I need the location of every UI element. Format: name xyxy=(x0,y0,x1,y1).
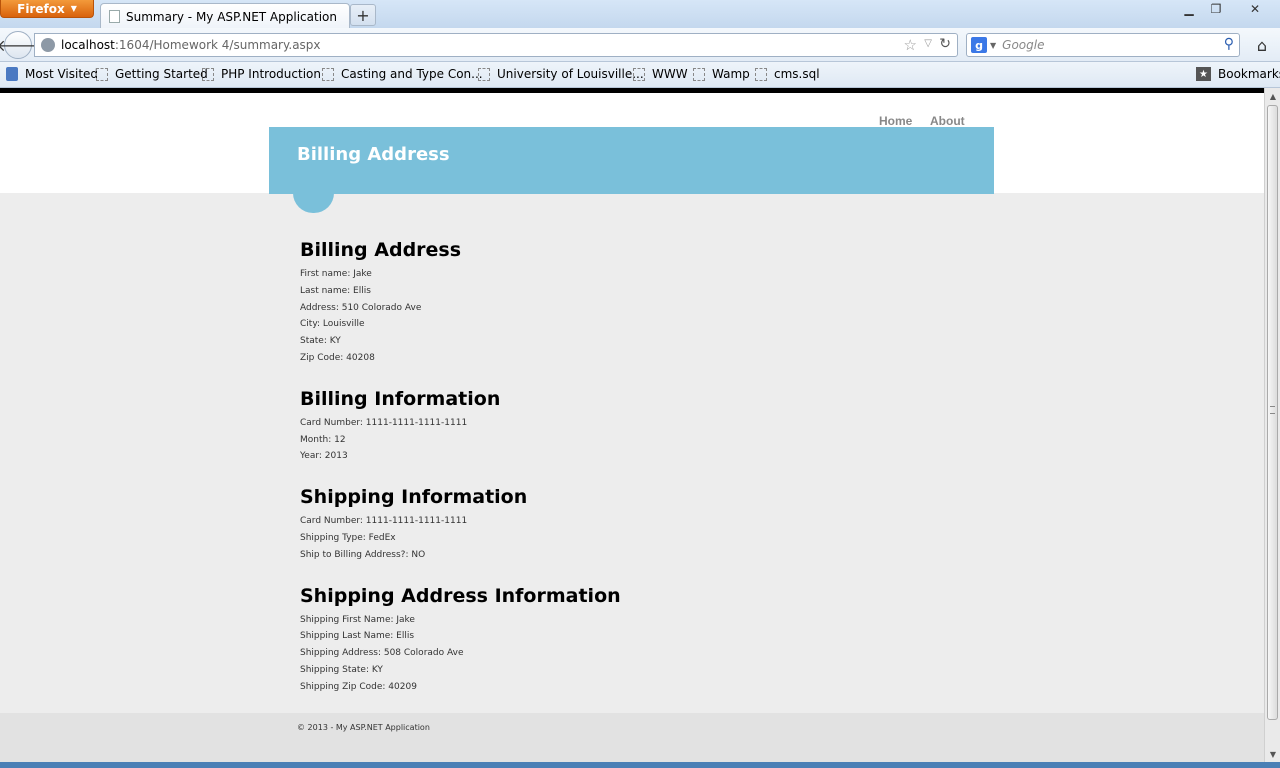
chevron-down-icon: ▼ xyxy=(70,4,77,13)
url-path: :1604/Homework 4/summary.aspx xyxy=(114,38,321,52)
bookmark-label: Most Visited xyxy=(25,67,99,81)
featured-banner: Billing Address xyxy=(269,127,994,194)
bookmark-wamp[interactable]: Wamp xyxy=(693,67,750,81)
field-zip-code: Zip Code: 40208 xyxy=(300,352,375,363)
page-icon xyxy=(693,67,705,81)
field-ship-to-billing: Ship to Billing Address?: NO xyxy=(300,549,426,560)
bookmark-star-icon[interactable]: ☆ xyxy=(904,36,917,54)
google-icon[interactable]: g xyxy=(971,37,987,53)
navigation-toolbar: 🡐 localhost:1604/Homework 4/summary.aspx… xyxy=(0,28,1280,62)
restore-icon[interactable]: ❐ xyxy=(1203,0,1229,18)
page-viewport: Home About Billing Address Billing Addre… xyxy=(0,88,1264,762)
field-state: State: KY xyxy=(300,336,341,347)
home-icon[interactable]: ⌂ xyxy=(1250,34,1274,56)
search-bar[interactable]: g ▼ Google ⚲ xyxy=(966,33,1240,57)
bookmarks-toolbar: Most Visited Getting Started PHP Introdu… xyxy=(0,62,1280,88)
section-billing-information: Billing Information Card Number: 1111-11… xyxy=(300,387,621,465)
site-footer: © 2013 - My ASP.NET Application xyxy=(0,713,1264,762)
firefox-menu-label: Firefox xyxy=(17,1,65,16)
bookmark-label: University of Louisville... xyxy=(497,67,644,81)
section-shipping-information: Shipping Information Card Number: 1111-1… xyxy=(300,485,621,563)
bookmarks-star-icon: ★ xyxy=(1196,67,1211,81)
bookmark-label: WWW xyxy=(652,67,688,81)
field-first-name: First name: Jake xyxy=(300,269,372,279)
close-icon[interactable]: ✕ xyxy=(1240,0,1270,18)
field-city: City: Louisville xyxy=(300,319,365,330)
page-icon xyxy=(322,67,334,81)
copyright-text: © 2013 - My ASP.NET Application xyxy=(297,723,430,732)
vertical-scrollbar[interactable]: ▲ ▼ xyxy=(1264,88,1280,762)
bookmark-label: PHP Introduction xyxy=(221,67,321,81)
section-heading: Shipping Address Information xyxy=(300,584,621,607)
tab-summary[interactable]: Summary - My ASP.NET Application xyxy=(100,3,350,29)
url-bar[interactable]: localhost:1604/Homework 4/summary.aspx ☆… xyxy=(34,33,958,57)
bookmarks-menu-button[interactable]: ★ Bookmarks xyxy=(1196,67,1280,81)
field-year: Year: 2013 xyxy=(300,451,348,462)
search-placeholder: Google xyxy=(1002,38,1045,52)
grip-icon xyxy=(1270,406,1275,414)
field-shipping-last-name: Shipping Last Name: Ellis xyxy=(300,631,415,642)
minimize-icon[interactable]: ▁ xyxy=(1176,0,1202,18)
field-address: Address: 510 Colorado Ave xyxy=(300,302,422,313)
bookmark-casting-and-type[interactable]: Casting and Type Con... xyxy=(322,67,483,81)
reload-icon[interactable]: ↻ xyxy=(939,36,951,52)
page-title: Billing Address xyxy=(297,144,450,165)
menu-link-home[interactable]: Home xyxy=(879,114,912,128)
bookmark-php-introduction[interactable]: PHP Introduction xyxy=(202,67,321,81)
page-icon xyxy=(755,67,767,81)
url-host: localhost xyxy=(61,38,115,52)
page-icon xyxy=(109,10,120,23)
section-shipping-address: Shipping Address Information Shipping Fi… xyxy=(300,584,621,696)
field-last-name: Last name: Ellis xyxy=(300,285,371,296)
field-month: Month: 12 xyxy=(300,434,346,445)
page-icon xyxy=(633,67,645,81)
globe-icon xyxy=(41,38,55,52)
field-shipping-state: Shipping State: KY xyxy=(300,664,383,675)
bookmark-label: Wamp xyxy=(712,67,750,81)
field-shipping-zip-code: Shipping Zip Code: 40209 xyxy=(300,681,417,692)
page-icon xyxy=(96,67,108,81)
field-shipping-type: Shipping Type: FedEx xyxy=(300,532,396,543)
section-heading: Billing Address xyxy=(300,239,462,261)
title-bar: Firefox ▼ Summary - My ASP.NET Applicati… xyxy=(0,0,1280,29)
field-card-number: Card Number: 1111-1111-1111-1111 xyxy=(300,516,468,527)
tab-title: Summary - My ASP.NET Application xyxy=(126,9,337,24)
section-billing-address: Billing Address First name: Jake Last na… xyxy=(300,238,621,367)
back-button[interactable]: 🡐 xyxy=(0,31,39,59)
bookmark-getting-started[interactable]: Getting Started xyxy=(96,67,208,81)
bookmark-most-visited[interactable]: Most Visited xyxy=(6,67,98,81)
new-tab-button[interactable]: + xyxy=(350,4,376,26)
menu-link-about[interactable]: About xyxy=(930,114,965,128)
bookmark-www[interactable]: WWW xyxy=(633,67,688,81)
bookmark-label: cms.sql xyxy=(774,67,820,81)
page-icon xyxy=(478,67,490,81)
field-shipping-first-name: Shipping First Name: Jake xyxy=(300,614,415,625)
chevron-down-icon[interactable]: ▼ xyxy=(990,41,996,50)
bookmark-university-of-louisville[interactable]: University of Louisville... xyxy=(478,67,644,81)
firefox-menu-button[interactable]: Firefox ▼ xyxy=(0,0,94,18)
history-dropdown-icon[interactable]: ▽ xyxy=(924,38,932,49)
most-visited-icon xyxy=(6,67,18,81)
field-shipping-address: Shipping Address: 508 Colorado Ave xyxy=(300,648,464,659)
main-content: Billing Address First name: Jake Last na… xyxy=(300,238,621,716)
bookmark-label: Casting and Type Con... xyxy=(341,67,483,81)
bookmark-label: Getting Started xyxy=(115,67,208,81)
scrollbar-thumb[interactable] xyxy=(1267,105,1278,720)
field-card-number: Card Number: 1111-1111-1111-1111 xyxy=(300,417,468,428)
search-icon[interactable]: ⚲ xyxy=(1224,36,1234,52)
scroll-up-icon[interactable]: ▲ xyxy=(1265,88,1280,104)
bookmark-cms-sql[interactable]: cms.sql xyxy=(755,67,820,81)
section-heading: Shipping Information xyxy=(300,486,528,509)
banner-bubble xyxy=(293,193,334,213)
section-heading: Billing Information xyxy=(300,387,501,410)
page-icon xyxy=(202,67,214,81)
bookmark-label: Bookmarks xyxy=(1218,67,1280,81)
windows-taskbar xyxy=(0,762,1280,768)
scroll-down-icon[interactable]: ▼ xyxy=(1265,746,1280,762)
